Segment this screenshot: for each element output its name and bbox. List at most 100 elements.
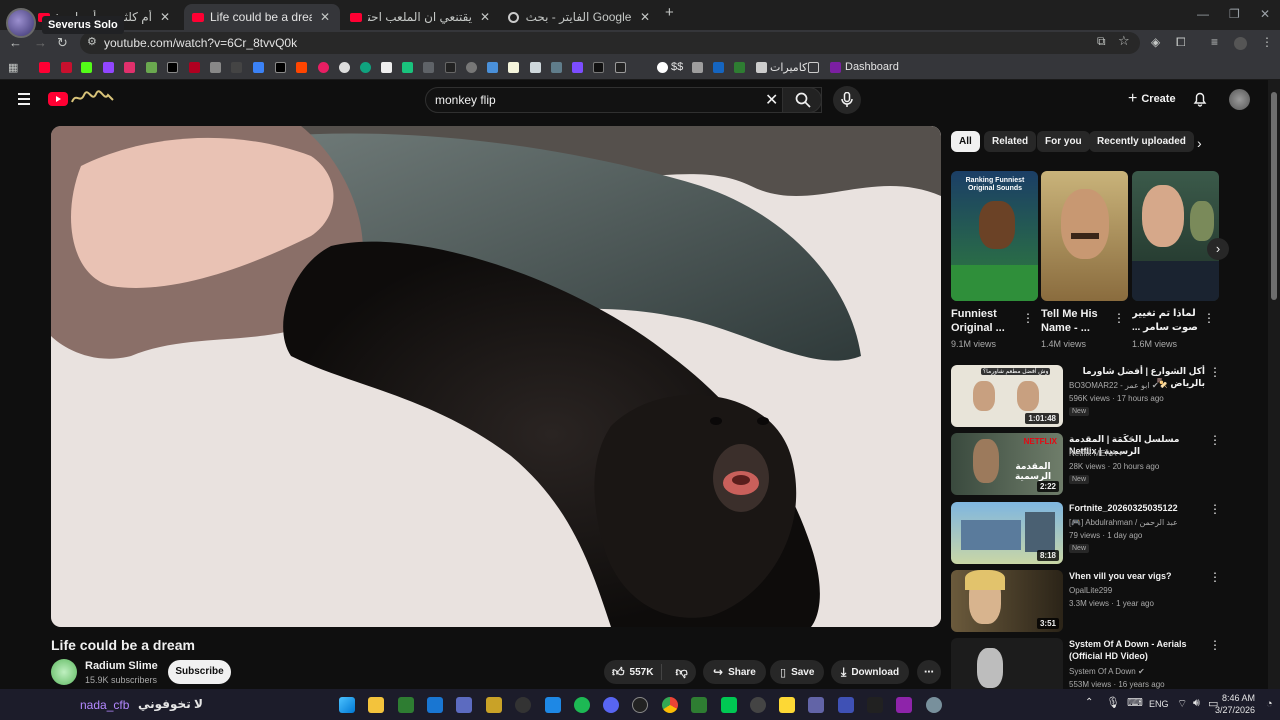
video-thumbnail[interactable]: NETFLIX المقدمة الرسمية 2:22 (951, 433, 1063, 495)
video-menu-icon[interactable]: ⋮ (1209, 502, 1221, 516)
bookmark-cream-icon[interactable] (508, 62, 519, 73)
bookmark-grey2-icon[interactable] (692, 62, 703, 73)
tab-life-could-be-a-dream[interactable]: Life could be a dream - YouTube ✕ (184, 4, 340, 30)
discord-icon[interactable] (603, 697, 619, 713)
video-thumbnail[interactable] (951, 638, 1063, 689)
youtube-logo-icon[interactable] (48, 92, 68, 106)
maximize-button[interactable]: ❐ (1229, 7, 1240, 21)
bookmark-silver-icon[interactable] (530, 62, 541, 73)
bookmark-folder-icon[interactable] (808, 62, 819, 73)
video-menu-icon[interactable]: ⋮ (1209, 433, 1221, 447)
bookmark-green-icon[interactable] (146, 62, 157, 73)
app-x-icon[interactable] (691, 697, 707, 713)
forward-arrow-icon[interactable]: → (34, 35, 47, 50)
bookmark-globe-icon[interactable] (466, 62, 477, 73)
recommended-video[interactable]: 3:51 Vhen vill you vear vigs? OpalLite29… (951, 570, 1221, 632)
scrollbar-thumb[interactable] (1271, 92, 1277, 300)
profile-icon[interactable] (1234, 37, 1247, 50)
shorts-next-button[interactable]: › (1207, 238, 1229, 260)
video-menu-icon[interactable]: ⋮ (1209, 570, 1221, 584)
minimize-button[interactable]: — (1197, 7, 1209, 21)
close-tab-icon[interactable]: ✕ (158, 10, 172, 24)
video-menu-icon[interactable]: ⋮ (1209, 638, 1221, 652)
share-button[interactable]: ↪ Share (703, 660, 766, 684)
channel-name[interactable]: System Of A Down ✔ (1069, 667, 1145, 676)
app-steam-icon[interactable] (750, 697, 766, 713)
recommended-video[interactable]: وش أفضل مطعم شاورما؟ 1:01:48 أكل الشوارع… (951, 365, 1221, 427)
file-explorer-icon[interactable] (368, 697, 384, 713)
bookmark-t-icon[interactable] (275, 62, 286, 73)
app-shield-icon[interactable] (545, 697, 561, 713)
app-pad-icon[interactable] (721, 697, 737, 713)
bookmark-dashboard-icon[interactable] (830, 62, 841, 73)
channel-name[interactable]: [🎮] Abdulrahman / عبد الرحمن (1069, 518, 1178, 527)
short-menu-icon[interactable]: ⋮ (1203, 311, 1215, 325)
app-dark-icon[interactable] (867, 697, 883, 713)
create-button[interactable]: + Create (1118, 86, 1186, 112)
chip-related[interactable]: Related (984, 131, 1037, 152)
reload-icon[interactable]: ↻ (57, 35, 68, 51)
save-button[interactable]: ▯ Save (770, 660, 825, 684)
video-player[interactable] (51, 126, 941, 627)
clear-search-icon[interactable]: ✕ (765, 90, 778, 110)
short-menu-icon[interactable]: ⋮ (1022, 311, 1034, 325)
bookmark-orange-icon[interactable] (296, 62, 307, 73)
menu-hamburger-icon[interactable] (18, 93, 30, 105)
bookmark-dashboard-label[interactable]: Dashboard (845, 61, 899, 73)
close-tab-icon[interactable]: ✕ (478, 10, 492, 24)
teams-icon[interactable] (808, 697, 824, 713)
chip-recently-uploaded[interactable]: Recently uploaded (1089, 131, 1194, 152)
bookmark-purple-icon[interactable] (572, 62, 583, 73)
short-menu-icon[interactable]: ⋮ (1113, 311, 1125, 325)
volume-icon[interactable]: 🔊︎ (1193, 697, 1200, 710)
apps-grid-icon[interactable]: ▦ (8, 61, 18, 74)
notification-center-icon[interactable]: ◔ (1266, 698, 1273, 710)
app-green-icon[interactable] (398, 697, 414, 713)
app-gold-icon[interactable] (486, 697, 502, 713)
bookmark-dark-icon[interactable] (231, 62, 242, 73)
bookmark-google-icon[interactable] (657, 62, 668, 73)
language-indicator[interactable]: ENG (1149, 699, 1169, 709)
short-title[interactable]: Funniest Original ... (951, 307, 1023, 335)
page-scrollbar[interactable] (1268, 80, 1280, 690)
reading-list-icon[interactable]: ≡ (1211, 35, 1218, 49)
bookmark-white-icon[interactable] (339, 62, 350, 73)
settings-gear-icon[interactable] (926, 697, 942, 713)
channel-name[interactable]: BO3OMAR22 - ابو عمر ✔ (1069, 381, 1159, 390)
short-thumbnail[interactable] (1132, 171, 1219, 301)
tray-keyboard-icon[interactable]: ⌨ (1127, 696, 1143, 709)
spotify-icon[interactable] (574, 697, 590, 713)
video-thumbnail[interactable]: وش أفضل مطعم شاورما؟ 1:01:48 (951, 365, 1063, 427)
chrome-icon[interactable] (662, 697, 678, 713)
bookmark-mountain-icon[interactable] (593, 62, 604, 73)
close-window-button[interactable]: ✕ (1260, 7, 1270, 21)
menu-kebab-icon[interactable]: ⋮ (1261, 35, 1273, 49)
bookmark-chatgpt-icon[interactable] (360, 62, 371, 73)
extension-icon[interactable]: ◈ (1151, 35, 1160, 49)
bookmark-b-icon[interactable] (615, 62, 626, 73)
tray-mic-icon[interactable]: 🎙︎ (1106, 696, 1120, 709)
bookmark-star-icon[interactable]: ☆ (1118, 33, 1130, 49)
install-app-icon[interactable]: ⧉ (1097, 34, 1106, 49)
app-4k-icon[interactable] (515, 697, 531, 713)
bookmark-black-icon[interactable] (445, 62, 456, 73)
dislike-button[interactable]: 👎︎ (667, 665, 695, 680)
search-input[interactable]: monkey flip (435, 93, 496, 107)
close-tab-icon[interactable]: ✕ (318, 10, 332, 24)
clock-date[interactable]: 3/27/2026 (1215, 705, 1255, 715)
app-purple-icon[interactable] (896, 697, 912, 713)
tab-google-search[interactable]: الفايتر - بحث Google ✕ (500, 4, 660, 30)
new-tab-button[interactable]: + (665, 4, 674, 21)
bookmark-red-icon[interactable] (61, 62, 72, 73)
wifi-icon[interactable]: ⌔ (1177, 697, 1187, 711)
voice-search-button[interactable] (833, 86, 861, 114)
video-thumbnail[interactable]: 8:18 (951, 502, 1063, 564)
recommended-video[interactable]: 8:18 Fortnite_20260325035122 [🎮] Abdulra… (951, 502, 1221, 564)
video-title[interactable]: Fortnite_20260325035122 (1069, 502, 1205, 514)
chip-all[interactable]: All (951, 131, 980, 152)
video-title[interactable]: System Of A Down - Aerials (Official HD … (1069, 638, 1205, 662)
app-indigo-icon[interactable] (838, 697, 854, 713)
browser-profile-avatar[interactable] (6, 8, 36, 38)
recommended-video[interactable]: NETFLIX المقدمة الرسمية 2:22 مسلسل الحَك… (951, 433, 1221, 495)
bookmark-cameras-label[interactable]: كاميرات (770, 61, 807, 74)
